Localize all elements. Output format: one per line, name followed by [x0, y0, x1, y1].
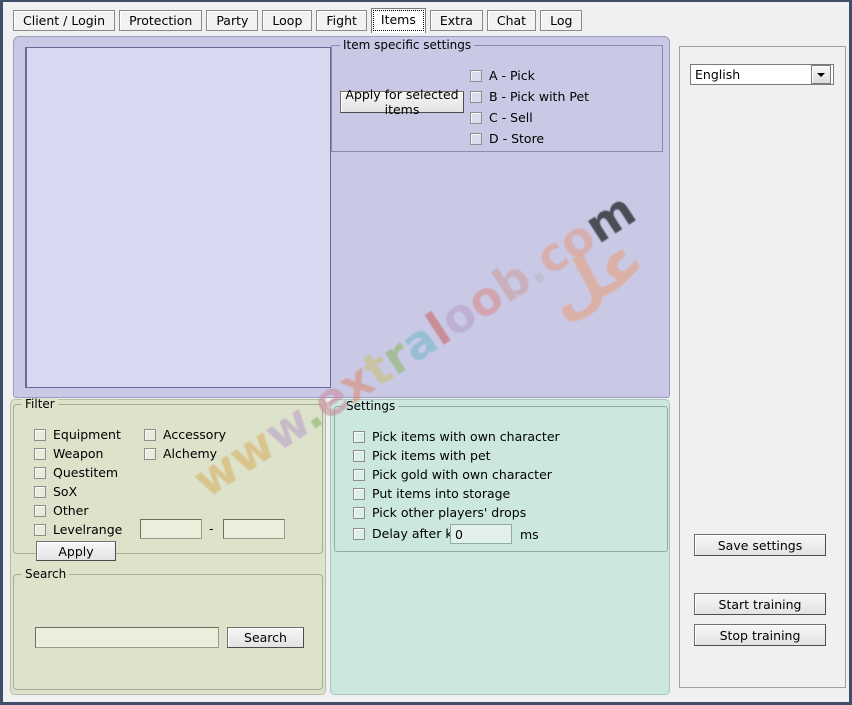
checkbox-c-sell-label: C - Sell [489, 110, 533, 125]
checkbox-alchemy-label: Alchemy [163, 446, 218, 461]
language-select-value: English [695, 67, 741, 82]
levelrange-from-input[interactable] [140, 519, 202, 539]
checkbox-b-pick-with-pet[interactable] [470, 90, 482, 103]
checkbox-b-pick-with-pet-label: B - Pick with Pet [489, 89, 590, 104]
checkbox-row-pick-other-players-drops[interactable]: Pick other players' drops [353, 505, 526, 520]
levelrange-separator: - [209, 521, 214, 536]
checkbox-pick-items-with-pet-label: Pick items with pet [372, 448, 491, 463]
application-window: Client / Login Protection Party Loop Fig… [0, 0, 852, 705]
stop-training-button[interactable]: Stop training [694, 624, 826, 646]
search-input[interactable] [35, 627, 219, 648]
tab-extra[interactable]: Extra [429, 10, 483, 31]
search-title: Search [22, 568, 70, 580]
delay-after-kill-input[interactable]: 0 [450, 524, 512, 544]
tab-fight[interactable]: Fight [316, 10, 367, 31]
items-tab-page: Item specific settings Apply for selecte… [13, 36, 670, 398]
chevron-down-icon[interactable] [811, 65, 831, 84]
tab-protection[interactable]: Protection [119, 10, 203, 31]
checkbox-row-sox[interactable]: SoX [34, 484, 77, 499]
filter-group: Filter Equipment Weapon Questitem SoX Ot… [13, 398, 323, 561]
checkbox-pick-items-with-pet[interactable] [353, 449, 365, 462]
checkbox-pick-other-players-drops[interactable] [353, 506, 365, 519]
checkbox-equipment-label: Equipment [53, 427, 121, 442]
checkbox-a-pick[interactable] [470, 69, 482, 82]
checkbox-pick-other-players-drops-label: Pick other players' drops [372, 505, 527, 520]
right-sidebar: English Save settings Start training Sto… [679, 46, 846, 688]
checkbox-d-store-label: D - Store [489, 131, 545, 146]
tab-chat[interactable]: Chat [486, 10, 537, 31]
checkbox-accessory-label: Accessory [163, 427, 226, 442]
checkbox-row-equipment[interactable]: Equipment [34, 427, 121, 442]
checkbox-questitem-label: Questitem [53, 465, 119, 480]
checkbox-put-items-into-storage[interactable] [353, 487, 365, 500]
checkbox-pick-gold-own-character-label: Pick gold with own character [372, 467, 552, 482]
search-group: Search Search [13, 568, 323, 690]
item-specific-settings-title: Item specific settings [340, 39, 475, 51]
window-client-area: Client / Login Protection Party Loop Fig… [3, 2, 849, 702]
checkbox-row-other[interactable]: Other [34, 503, 89, 518]
checkbox-row-d-store[interactable]: D - Store [470, 131, 544, 146]
checkbox-row-b-pick-with-pet[interactable]: B - Pick with Pet [470, 89, 589, 104]
checkbox-questitem[interactable] [34, 466, 46, 479]
checkbox-pick-gold-own-character[interactable] [353, 468, 365, 481]
tab-client-login[interactable]: Client / Login [13, 10, 116, 31]
settings-card: Settings Pick items with own character P… [330, 399, 670, 695]
tab-log[interactable]: Log [540, 10, 583, 31]
checkbox-row-pick-items-own-character[interactable]: Pick items with own character [353, 429, 560, 444]
language-select[interactable]: English [690, 64, 834, 85]
checkbox-row-accessory[interactable]: Accessory [144, 427, 226, 442]
item-specific-settings-group: Item specific settings Apply for selecte… [331, 39, 663, 152]
filter-title: Filter [22, 398, 58, 410]
filter-apply-button[interactable]: Apply [36, 541, 116, 561]
search-button[interactable]: Search [227, 627, 304, 648]
checkbox-c-sell[interactable] [470, 111, 482, 124]
items-listbox[interactable] [25, 47, 331, 388]
checkbox-row-alchemy[interactable]: Alchemy [144, 446, 217, 461]
checkbox-pick-items-own-character-label: Pick items with own character [372, 429, 560, 444]
checkbox-weapon-label: Weapon [53, 446, 104, 461]
settings-title: Settings [343, 400, 399, 412]
apply-for-selected-items-button[interactable]: Apply for selected items [340, 87, 464, 117]
checkbox-pick-items-own-character[interactable] [353, 430, 365, 443]
checkbox-row-questitem[interactable]: Questitem [34, 465, 118, 480]
start-training-button[interactable]: Start training [694, 593, 826, 615]
tab-items[interactable]: Items [370, 8, 426, 33]
save-settings-button[interactable]: Save settings [694, 534, 826, 556]
checkbox-a-pick-label: A - Pick [489, 68, 535, 83]
checkbox-equipment[interactable] [34, 428, 46, 441]
checkbox-levelrange[interactable] [34, 523, 46, 536]
checkbox-row-c-sell[interactable]: C - Sell [470, 110, 533, 125]
checkbox-row-levelrange[interactable]: Levelrange [34, 522, 122, 537]
checkbox-other-label: Other [53, 503, 89, 518]
checkbox-d-store[interactable] [470, 132, 482, 145]
checkbox-put-items-into-storage-label: Put items into storage [372, 486, 511, 501]
checkbox-sox-label: SoX [53, 484, 78, 499]
levelrange-to-input[interactable] [223, 519, 285, 539]
checkbox-row-a-pick[interactable]: A - Pick [470, 68, 535, 83]
checkbox-row-delay-after-kill[interactable]: Delay after kill [353, 526, 463, 541]
delay-unit-label: ms [520, 527, 539, 542]
tab-bar: Client / Login Protection Party Loop Fig… [13, 8, 583, 34]
checkbox-levelrange-label: Levelrange [53, 522, 123, 537]
checkbox-row-weapon[interactable]: Weapon [34, 446, 103, 461]
checkbox-sox[interactable] [34, 485, 46, 498]
tab-loop[interactable]: Loop [262, 10, 313, 31]
checkbox-accessory[interactable] [144, 428, 156, 441]
checkbox-other[interactable] [34, 504, 46, 517]
checkbox-delay-after-kill[interactable] [353, 527, 365, 540]
tab-party[interactable]: Party [206, 10, 259, 31]
checkbox-row-pick-gold-own-character[interactable]: Pick gold with own character [353, 467, 552, 482]
checkbox-row-pick-items-with-pet[interactable]: Pick items with pet [353, 448, 491, 463]
checkbox-weapon[interactable] [34, 447, 46, 460]
checkbox-row-put-items-into-storage[interactable]: Put items into storage [353, 486, 510, 501]
settings-group: Settings Pick items with own character P… [334, 400, 668, 552]
checkbox-alchemy[interactable] [144, 447, 156, 460]
